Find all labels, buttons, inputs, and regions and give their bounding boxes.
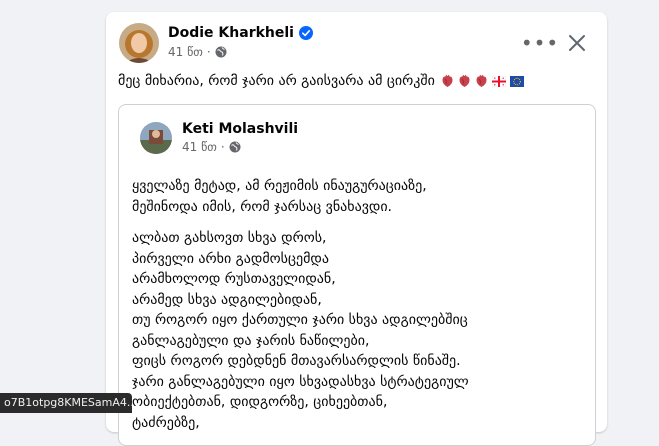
anatomical-heart-icon [476,74,487,87]
more-options-icon: ••• [520,31,560,55]
anatomical-heart-icon [459,74,470,87]
shared-post-meta: 41 წთ · [182,140,241,154]
body-line: მეშინოდა იმის, რომ ჯარსაც ვნახავდი. [132,198,393,215]
anatomical-heart-icon [442,74,453,87]
body-line: არამედ სხვა ადგილებიდან, [132,291,322,308]
shared-author-avatar[interactable] [140,122,172,154]
body-line: არამხოლოდ რუსთაველიდან, [132,271,336,287]
post-meta: 41 წთ · [168,45,227,59]
author-avatar[interactable] [119,23,159,63]
body-line: განლაგებული და ჯარის ნაწილები, [132,332,370,349]
post-card: Dodie Kharkheli 41 წთ · ••• მეც მიხარია,… [106,12,607,446]
body-line: ალბათ გახსოვთ სხვა დროს, [132,230,327,246]
body-line: ჯარი განლაგებული იყო სხვადასხვა სტრატეგი… [132,373,469,390]
author-name-text[interactable]: Dodie Kharkheli [168,25,294,41]
caption-emoji-row [441,74,524,88]
eu-flag-icon [509,75,524,87]
author-name[interactable]: Dodie Kharkheli [168,25,313,41]
body-line: ფიცს როგორ დებდნენ მთავარსარდლის წინაშე. [132,353,461,369]
georgia-flag-icon [491,75,506,87]
post-caption-text: მეც მიხარია, რომ ჯარი არ გაისვარა ამ ცირ… [118,73,435,89]
shared-post-body: ყველაზე მეტად, ამ რეჟიმის ინაუგურაციაზე,… [132,176,587,444]
public-globe-icon [229,141,241,153]
meta-separator: · [220,140,225,154]
close-button[interactable] [562,28,592,58]
body-line: პირველი არხი გადმოსცემდა [132,250,329,267]
body-line: ობიექტებთან, დიდგორზე, ციხეებთან, [132,394,388,410]
link-status-tooltip: o7B1otpg8KMESamA4... [0,393,132,413]
close-icon [569,35,585,51]
body-line: ტაძრებზე, [132,414,200,431]
body-line: თუ როგორ იყო ქართული ჯარი სხვა ადგილებში… [132,312,468,328]
post-caption: მეც მიხარია, რომ ჯარი არ გაისვარა ამ ცირ… [118,73,524,89]
public-globe-icon [215,46,227,58]
post-timestamp[interactable]: 41 წთ [168,45,203,59]
body-paragraph: ყველაზე მეტად, ამ რეჟიმის ინაუგურაციაზე,… [132,176,587,217]
verified-badge-icon [298,26,313,40]
meta-separator: · [206,45,211,59]
shared-post[interactable]: Keti Molashvili 41 წთ · ყველაზე მეტად, ა… [118,104,596,446]
body-paragraph: ალბათ გახსოვთ სხვა დროს, პირველი არხი გა… [132,228,587,433]
shared-author-name[interactable]: Keti Molashvili [182,121,298,137]
body-line: ყველაზე მეტად, ამ რეჟიმის ინაუგურაციაზე, [132,178,427,194]
shared-post-timestamp[interactable]: 41 წთ [182,140,217,154]
more-options-button[interactable]: ••• [520,31,560,55]
